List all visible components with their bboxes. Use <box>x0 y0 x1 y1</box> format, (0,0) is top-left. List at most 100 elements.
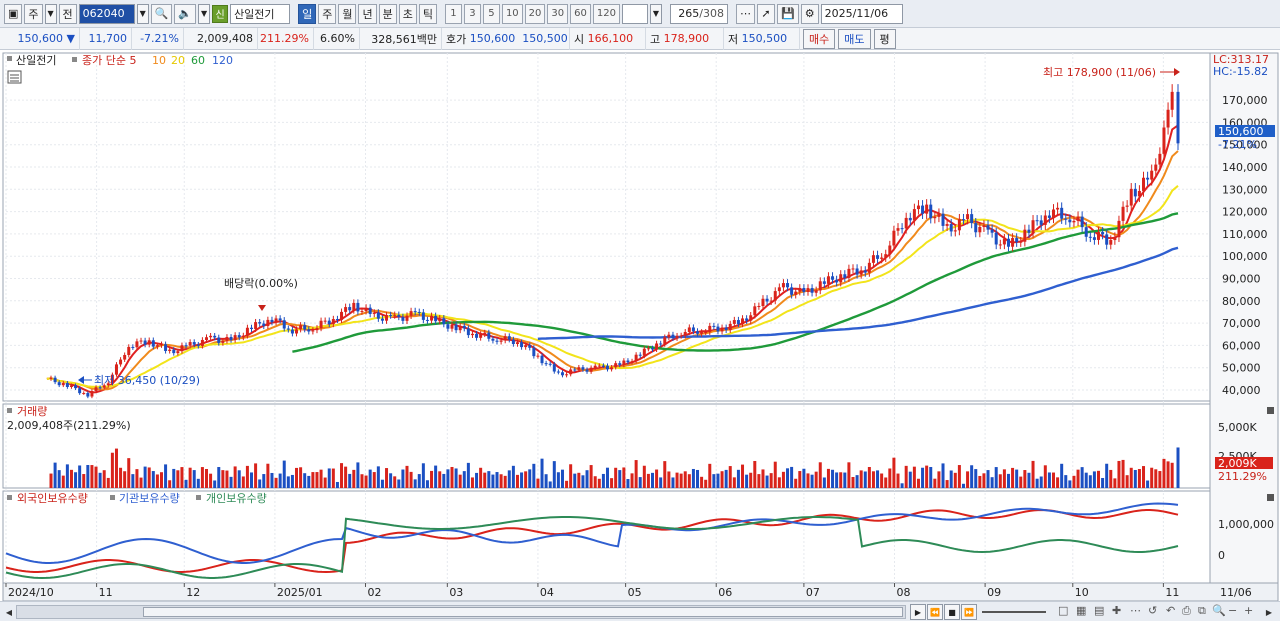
interval-30[interactable]: 30 <box>547 3 569 24</box>
volume-bar <box>278 473 282 488</box>
zoom-box-icon[interactable]: □ <box>1058 604 1068 617</box>
copy-icon[interactable]: ⧉ <box>1198 604 1206 618</box>
restore-icon[interactable]: ↺ <box>1148 604 1157 617</box>
hc-label: HC:-15.82 <box>1213 65 1268 78</box>
chart-area[interactable]: 40,000 50,000 60,000 70,000 80,000 90,000 100,… <box>0 51 1280 603</box>
data-count-field[interactable]: 265/308 <box>669 3 728 24</box>
holdings-menu-icon[interactable] <box>7 495 12 500</box>
high-annotation: 최고 178,900 (11/06) <box>1043 66 1156 79</box>
search-icon[interactable]: 🔍 <box>150 3 173 24</box>
rewind-icon[interactable]: ⏪ <box>927 604 943 620</box>
volume-bar <box>532 463 536 488</box>
zoom-in-icon[interactable]: + <box>1244 604 1253 617</box>
interval-3[interactable]: 3 <box>463 3 481 24</box>
period-second[interactable]: 초 <box>398 3 417 24</box>
scrollbar-track[interactable] <box>16 605 906 619</box>
interval-5[interactable]: 5 <box>482 3 500 24</box>
legend-institution: 기관보유수량 <box>119 492 180 505</box>
ma-menu-icon[interactable] <box>72 57 77 62</box>
volume-bar <box>119 467 123 488</box>
candle-body <box>1166 109 1170 128</box>
sound-icon[interactable]: 🔈 <box>174 3 197 24</box>
search-zoom-icon[interactable]: 🔍 <box>1212 604 1226 617</box>
drawing-tool-icon[interactable]: ➚ <box>756 3 775 24</box>
candle-body <box>835 279 839 283</box>
scroll-left-icon[interactable]: ◀ <box>2 605 16 619</box>
scroll-right-icon[interactable]: ▶ <box>1262 605 1276 619</box>
save-icon[interactable]: 💾 <box>776 3 799 24</box>
buy-button[interactable]: 매수 <box>803 28 836 49</box>
x-tick-label: 10 <box>1075 586 1089 599</box>
interval-120[interactable]: 120 <box>592 3 620 24</box>
code-dropdown-icon[interactable]: ▼ <box>136 3 149 24</box>
pattern-icon[interactable]: ⋯ <box>1130 604 1141 617</box>
print-icon[interactable]: ⎙ <box>1182 604 1191 618</box>
stop-icon[interactable]: ■ <box>944 604 960 620</box>
new-listing-badge: 신 <box>212 4 229 23</box>
volume-bar <box>397 479 401 488</box>
institution-menu-icon[interactable] <box>110 495 115 500</box>
undo-icon[interactable]: ↶ <box>1166 604 1175 617</box>
zoom-out-icon[interactable]: − <box>1228 604 1237 617</box>
candle-body <box>663 337 667 345</box>
sound-dropdown-icon[interactable]: ▼ <box>198 3 211 24</box>
fast-forward-icon[interactable]: ⏩ <box>961 604 977 620</box>
candle-body <box>986 225 990 230</box>
volume-bar <box>344 466 348 488</box>
period-year[interactable]: 년 <box>358 3 377 24</box>
compare-icon[interactable]: ▦ <box>1076 604 1086 617</box>
type-selector[interactable]: 주 <box>24 3 43 24</box>
volume-bar <box>356 462 360 488</box>
period-minute[interactable]: 분 <box>378 3 397 24</box>
date-field[interactable]: 2025/11/06 <box>820 3 903 24</box>
sell-button[interactable]: 매도 <box>838 28 871 49</box>
volume-bar <box>818 462 822 488</box>
candle-body <box>626 360 630 363</box>
volume-bar <box>605 467 609 488</box>
panel-menu-icon[interactable] <box>7 56 12 61</box>
period-week[interactable]: 주 <box>318 3 337 24</box>
interval-custom-input[interactable] <box>621 3 648 24</box>
candle-body <box>761 298 765 307</box>
interval-dropdown-icon[interactable]: ▼ <box>649 3 662 24</box>
crosshair-icon[interactable]: ✚ <box>1112 604 1121 617</box>
stock-chart[interactable]: 40,000 50,000 60,000 70,000 80,000 90,000 100,… <box>0 51 1280 603</box>
interval-60[interactable]: 60 <box>570 3 591 24</box>
interval-20[interactable]: 20 <box>524 3 546 24</box>
volume-panel-close-icon[interactable] <box>1267 407 1274 414</box>
holdings-panel-close-icon[interactable] <box>1267 494 1274 501</box>
stock-name-field[interactable]: 산일전기 <box>230 3 291 24</box>
candle-body <box>1056 207 1060 210</box>
volume-bar <box>618 470 622 488</box>
speed-slider[interactable] <box>982 611 1046 613</box>
volume-bar <box>315 472 319 488</box>
volume-bar <box>1084 472 1088 488</box>
prev-button[interactable]: 전 <box>58 3 77 24</box>
period-day[interactable]: 일 <box>298 3 317 24</box>
play-icon[interactable]: ▶ <box>910 604 926 620</box>
bid-ask: 호가 150,600 150,500 <box>442 27 570 50</box>
indicator-icon[interactable]: ⋯ <box>735 3 755 24</box>
period-tick[interactable]: 틱 <box>418 3 437 24</box>
candle-body <box>151 340 155 347</box>
eval-button[interactable]: 평 <box>873 28 896 49</box>
volume-bar <box>327 468 331 488</box>
interval-10[interactable]: 10 <box>501 3 523 24</box>
interval-1[interactable]: 1 <box>444 3 462 24</box>
period-month[interactable]: 월 <box>338 3 357 24</box>
candle-body <box>990 229 994 233</box>
volume-menu-icon[interactable] <box>7 408 12 413</box>
y-tick-label: 50,000 <box>1222 362 1261 375</box>
scrollbar-thumb[interactable] <box>143 607 903 617</box>
candle-body <box>577 367 581 370</box>
stock-code-input[interactable]: 062040 <box>78 3 135 24</box>
volume-bar <box>282 460 286 488</box>
candle-body <box>687 327 691 332</box>
type-dropdown-icon[interactable]: ▼ <box>44 3 57 24</box>
individual-menu-icon[interactable] <box>196 495 201 500</box>
candle-body <box>221 340 225 343</box>
gear-icon[interactable]: ⚙ <box>800 3 819 24</box>
y-tick-label: 60,000 <box>1222 339 1261 352</box>
layout-icon[interactable]: ▤ <box>1094 604 1104 617</box>
chart-layout-icon[interactable]: ▣ <box>4 3 23 24</box>
